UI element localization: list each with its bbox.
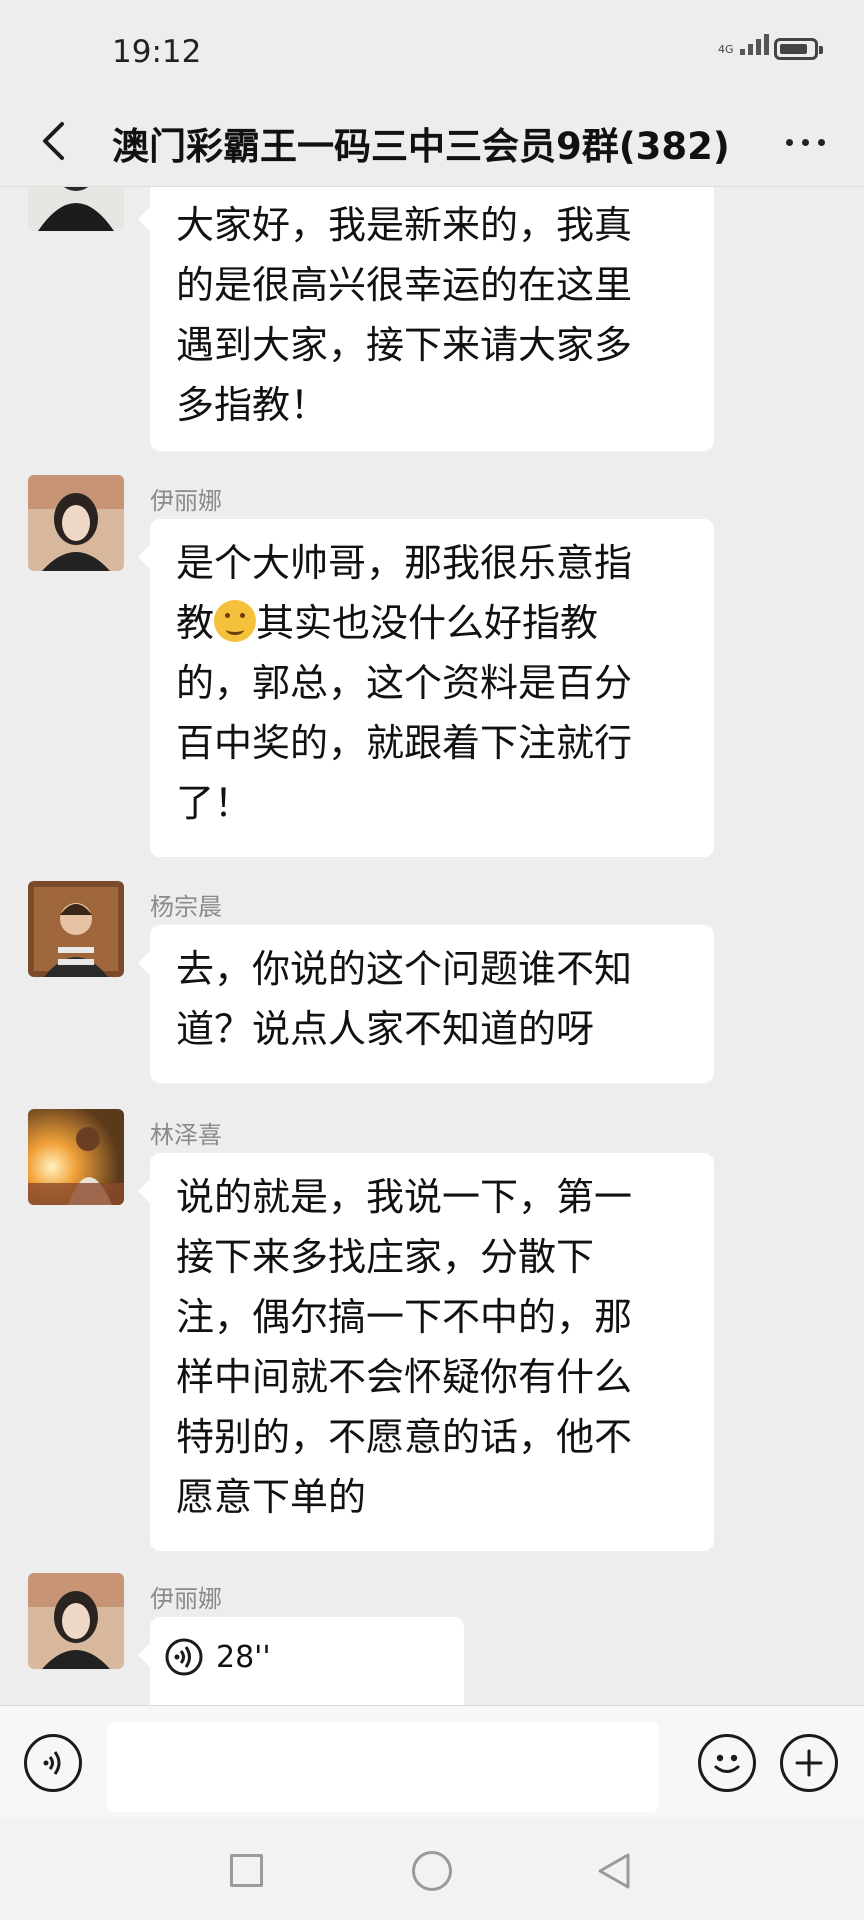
- battery-level: [780, 44, 807, 54]
- chevron-left-icon: [43, 122, 64, 160]
- voice-message-bubble[interactable]: 28'': [138, 1617, 464, 1705]
- message-text: 去，你说的这个问题谁不知 道？说点人家不知道的呀: [176, 947, 633, 1051]
- back-nav-button[interactable]: [596, 1851, 632, 1891]
- status-bar: 19:12 4G: [0, 0, 864, 96]
- emoji-button[interactable]: [698, 1734, 756, 1792]
- home-button[interactable]: [412, 1851, 452, 1891]
- more-dots-icon: [785, 138, 793, 146]
- chat-title: 澳门彩霸王一码三中三会员9群(382): [112, 125, 730, 168]
- battery-icon: [774, 38, 823, 60]
- avatar[interactable]: [28, 187, 124, 231]
- status-time: 19:12: [112, 34, 202, 70]
- message-input[interactable]: [107, 1722, 659, 1812]
- voice-duration: 28'': [216, 1639, 271, 1675]
- sender-name: 伊丽娜: [150, 487, 222, 515]
- message-bubble[interactable]: 大家好，我是新来的，我真 的是很高兴很幸运的在这里 遇到大家，接下来请大家多 多…: [138, 187, 714, 451]
- thinking-face-icon: [214, 600, 257, 642]
- message-text: 是个大帅哥，那我很乐意指 教其实也没什么好指教 的，郭总，这个资料是百分 百中奖…: [176, 541, 633, 825]
- chat-header: 澳门彩霸王一码三中三会员9群(382): [0, 96, 864, 187]
- network-type: 4G: [718, 43, 734, 56]
- sender-name: 林泽喜: [150, 1121, 222, 1149]
- signal-icon: 4G: [718, 34, 769, 55]
- plus-icon: [795, 1749, 823, 1777]
- sender-name: 伊丽娜: [150, 1585, 222, 1613]
- system-nav-bar: [0, 1817, 864, 1920]
- message-bubble[interactable]: 说的就是，我说一下，第一 接下来多找庄家，分散下 注，偶尔搞一下不中的，那 样中…: [138, 1153, 714, 1551]
- avatar[interactable]: [28, 1573, 124, 1669]
- smiley-icon: [714, 1754, 740, 1773]
- message-bubble[interactable]: 去，你说的这个问题谁不知 道？说点人家不知道的呀: [138, 925, 714, 1083]
- message-text: 说的就是，我说一下，第一 接下来多找庄家，分散下 注，偶尔搞一下不中的，那 样中…: [176, 1175, 633, 1519]
- input-bar: [0, 1705, 864, 1818]
- recents-button[interactable]: [230, 1854, 263, 1887]
- message-text: 大家好，我是新来的，我真 的是很高兴很幸运的在这里 遇到大家，接下来请大家多 多…: [176, 203, 633, 427]
- avatar[interactable]: [28, 475, 124, 571]
- avatar[interactable]: [28, 881, 124, 977]
- sender-name: 杨宗晨: [150, 893, 222, 921]
- voice-play-icon: [165, 1638, 203, 1676]
- add-button[interactable]: [780, 1734, 838, 1792]
- message-bubble[interactable]: 是个大帅哥，那我很乐意指 教其实也没什么好指教 的，郭总，这个资料是百分 百中奖…: [138, 519, 714, 857]
- more-button[interactable]: [770, 114, 840, 170]
- avatar[interactable]: [28, 1109, 124, 1205]
- message-list[interactable]: 大家好，我是新来的，我真 的是很高兴很幸运的在这里 遇到大家，接下来请大家多 多…: [0, 187, 864, 1705]
- voice-mode-icon: [43, 1751, 61, 1775]
- back-button[interactable]: [28, 110, 78, 172]
- voice-mode-button[interactable]: [24, 1734, 82, 1792]
